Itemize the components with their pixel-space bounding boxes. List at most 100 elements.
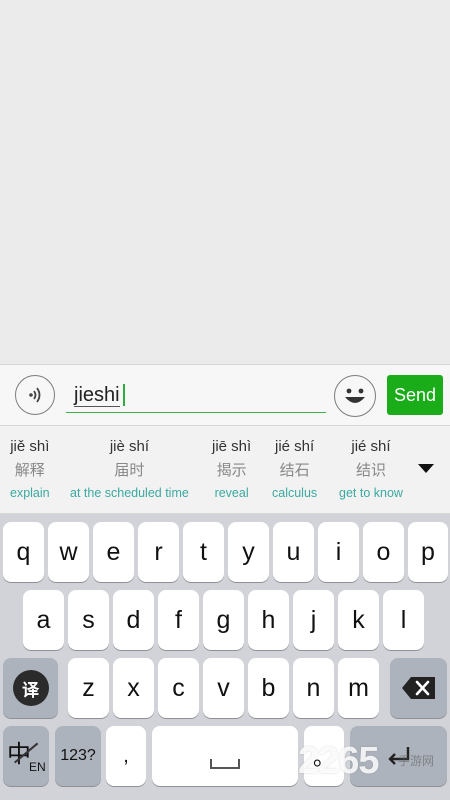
language-switch-key[interactable]: 中 EN: [3, 726, 49, 786]
key-e[interactable]: e: [93, 522, 134, 582]
translate-icon: 译: [12, 670, 49, 706]
key-z[interactable]: z: [68, 658, 109, 718]
candidate-hanzi: 揭示: [216, 462, 247, 479]
key-label: x: [127, 673, 140, 702]
candidate-hanzi: 解释: [14, 462, 45, 479]
numbers-label: 123?: [60, 747, 96, 764]
return-icon: [387, 747, 409, 765]
key-i[interactable]: i: [318, 522, 359, 582]
key-label: z: [82, 673, 95, 702]
keyboard: q w e r t y u i o p a s d f g h j k l 译 …: [0, 514, 450, 800]
backspace-key[interactable]: [390, 658, 447, 718]
voice-icon: [29, 387, 41, 403]
chevron-down-icon[interactable]: [418, 464, 434, 473]
key-label: l: [400, 605, 407, 634]
comma-label: ,: [123, 744, 129, 767]
text-caret: [123, 384, 125, 406]
candidate-hanzi: 届时: [114, 462, 145, 479]
candidate-hanzi: 结识: [355, 462, 386, 479]
key-label: d: [126, 605, 141, 634]
key-s[interactable]: s: [68, 590, 109, 650]
key-label: k: [352, 605, 365, 634]
candidate-item[interactable]: jiě shì 解释 explain: [10, 436, 50, 502]
candidate-pinyin: jié shí: [351, 438, 391, 455]
space-key[interactable]: [152, 726, 298, 786]
key-n[interactable]: n: [293, 658, 334, 718]
key-label: m: [348, 673, 369, 702]
key-d[interactable]: d: [113, 590, 154, 650]
candidate-item[interactable]: jiē shì 揭示 reveal: [212, 436, 251, 502]
key-m[interactable]: m: [338, 658, 379, 718]
key-label: a: [36, 605, 51, 634]
voice-button[interactable]: [15, 375, 55, 415]
key-k[interactable]: k: [338, 590, 379, 650]
candidate-pinyin: jiě shì: [10, 438, 50, 455]
key-l[interactable]: l: [383, 590, 424, 650]
key-a[interactable]: a: [23, 590, 64, 650]
send-button[interactable]: Send: [387, 375, 443, 415]
translate-key[interactable]: 译: [3, 658, 58, 718]
key-t[interactable]: t: [183, 522, 224, 582]
key-f[interactable]: f: [158, 590, 199, 650]
period-key[interactable]: 。: [304, 726, 344, 786]
key-label: o: [376, 537, 391, 566]
key-u[interactable]: u: [273, 522, 314, 582]
period-label: 。: [312, 745, 335, 770]
key-label: p: [421, 537, 435, 566]
candidate-bar: jiě shì 解释 explain jiè shí 届时 at the sch…: [0, 426, 450, 514]
key-label: v: [217, 673, 230, 702]
key-q[interactable]: q: [3, 522, 44, 582]
key-label: q: [16, 537, 31, 566]
candidate-hanzi: 结石: [279, 462, 310, 479]
message-input-value: jieshi: [74, 384, 120, 407]
key-label: n: [306, 673, 321, 702]
candidate-pinyin: jiè shí: [109, 438, 149, 455]
lang-sub-label: EN: [29, 760, 46, 774]
emoji-icon: [345, 388, 365, 403]
space-icon: [210, 759, 240, 769]
key-label: c: [172, 673, 185, 702]
key-g[interactable]: g: [203, 590, 244, 650]
key-label: r: [154, 537, 163, 566]
key-label: w: [59, 537, 78, 566]
candidate-item[interactable]: jiè shí 届时 at the scheduled time: [70, 436, 189, 502]
key-label: j: [310, 605, 317, 634]
key-label: b: [261, 673, 276, 702]
message-input[interactable]: jieshi: [66, 377, 326, 413]
comma-key[interactable]: ,: [106, 726, 146, 786]
candidate-item[interactable]: jié shí 结石 calculus: [272, 436, 317, 502]
key-h[interactable]: h: [248, 590, 289, 650]
candidate-item[interactable]: jié shí 结识 get to know: [339, 436, 403, 502]
candidate-pinyin: jiē shì: [212, 438, 252, 455]
key-j[interactable]: j: [293, 590, 334, 650]
key-o[interactable]: o: [363, 522, 404, 582]
key-w[interactable]: w: [48, 522, 89, 582]
candidate-english: reveal: [214, 486, 249, 500]
numbers-key[interactable]: 123?: [55, 726, 101, 786]
key-label: u: [286, 537, 301, 566]
key-r[interactable]: r: [138, 522, 179, 582]
key-label: f: [175, 605, 182, 634]
key-v[interactable]: v: [203, 658, 244, 718]
candidate-english: calculus: [272, 486, 318, 500]
candidate-english: at the scheduled time: [70, 486, 189, 500]
key-label: y: [242, 537, 255, 566]
chat-area: [0, 0, 450, 364]
key-y[interactable]: y: [228, 522, 269, 582]
key-label: s: [82, 605, 95, 634]
candidate-english: get to know: [339, 486, 403, 500]
key-label: e: [106, 537, 121, 566]
key-x[interactable]: x: [113, 658, 154, 718]
key-label: h: [261, 605, 276, 634]
return-key[interactable]: [350, 726, 447, 786]
input-bar: jieshi Send: [0, 364, 450, 426]
key-label: g: [216, 605, 231, 634]
emoji-button[interactable]: [334, 375, 376, 417]
key-p[interactable]: p: [408, 522, 448, 582]
key-label: t: [200, 537, 207, 566]
key-c[interactable]: c: [158, 658, 199, 718]
key-b[interactable]: b: [248, 658, 289, 718]
key-label: i: [335, 537, 342, 566]
candidate-pinyin: jié shí: [274, 438, 315, 455]
candidate-english: explain: [10, 486, 50, 500]
